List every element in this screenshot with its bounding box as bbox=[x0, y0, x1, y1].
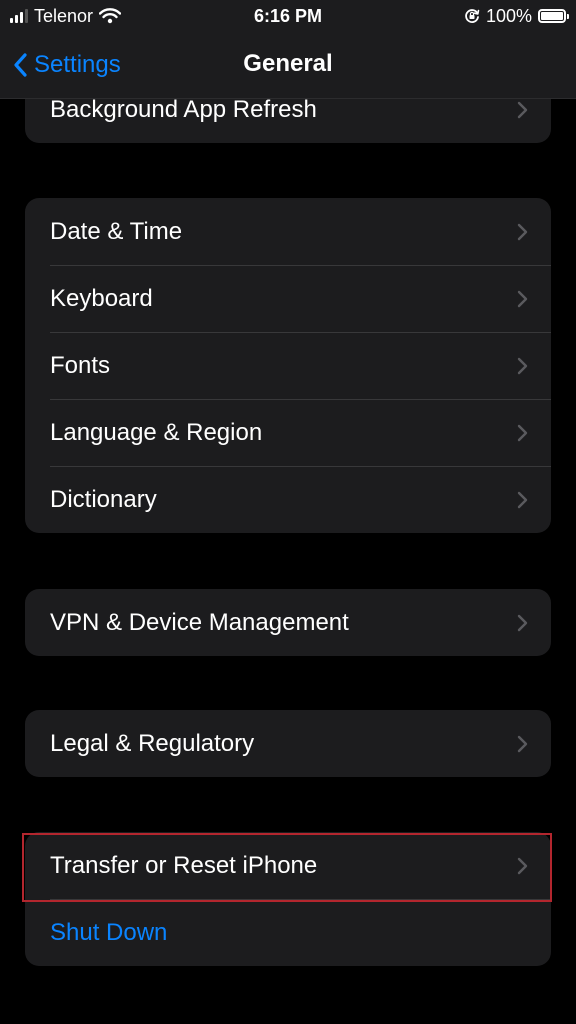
shut-down-button: Shut Down bbox=[50, 918, 168, 946]
chevron-right-icon bbox=[517, 357, 528, 374]
row-legal-regulatory[interactable]: Legal & Regulatory bbox=[25, 710, 551, 777]
settings-group-vpn: VPN & Device Management bbox=[25, 589, 551, 656]
status-right: 100% bbox=[464, 5, 569, 26]
battery-fill bbox=[541, 12, 563, 20]
row-label: VPN & Device Management bbox=[50, 608, 349, 636]
row-label: Fonts bbox=[50, 351, 111, 379]
chevron-right-icon bbox=[517, 735, 528, 752]
settings-group-reset: Transfer or Reset iPhone Shut Down bbox=[25, 832, 551, 966]
chevron-right-icon bbox=[517, 424, 528, 441]
settings-group-legal: Legal & Regulatory bbox=[25, 710, 551, 777]
row-label: Date & Time bbox=[50, 217, 183, 245]
row-keyboard[interactable]: Keyboard bbox=[25, 265, 551, 332]
row-language-region[interactable]: Language & Region bbox=[25, 399, 551, 466]
row-shut-down[interactable]: Shut Down bbox=[25, 899, 551, 966]
row-label: Dictionary bbox=[50, 485, 157, 513]
row-label: Legal & Regulatory bbox=[50, 729, 255, 757]
row-date-time[interactable]: Date & Time bbox=[25, 198, 551, 265]
row-label: Background App Refresh bbox=[50, 95, 317, 123]
row-dictionary[interactable]: Dictionary bbox=[25, 466, 551, 533]
row-label: Transfer or Reset iPhone bbox=[50, 851, 318, 879]
settings-list: Background App Refresh Date & Time Keybo… bbox=[0, 0, 576, 1024]
settings-group-date-locale: Date & Time Keyboard Fonts Language & Re… bbox=[25, 198, 551, 533]
status-bar: Telenor 6:16 PM 100% bbox=[0, 0, 576, 34]
row-vpn-device-management[interactable]: VPN & Device Management bbox=[25, 589, 551, 656]
chevron-right-icon bbox=[517, 290, 528, 307]
page-title: General bbox=[243, 50, 333, 77]
row-fonts[interactable]: Fonts bbox=[25, 332, 551, 399]
orientation-lock-icon bbox=[465, 9, 480, 23]
chevron-right-icon bbox=[517, 223, 528, 240]
row-label: Language & Region bbox=[50, 418, 263, 446]
row-transfer-reset-iphone[interactable]: Transfer or Reset iPhone bbox=[25, 832, 551, 899]
chevron-right-icon bbox=[517, 614, 528, 631]
battery-percent: 100% bbox=[485, 5, 532, 26]
chevron-right-icon bbox=[517, 491, 528, 508]
navigation-bar: Settings General bbox=[0, 34, 576, 99]
chevron-right-icon bbox=[517, 101, 528, 118]
battery-icon bbox=[538, 9, 569, 23]
chevron-right-icon bbox=[517, 857, 528, 874]
row-label: Keyboard bbox=[50, 284, 153, 312]
